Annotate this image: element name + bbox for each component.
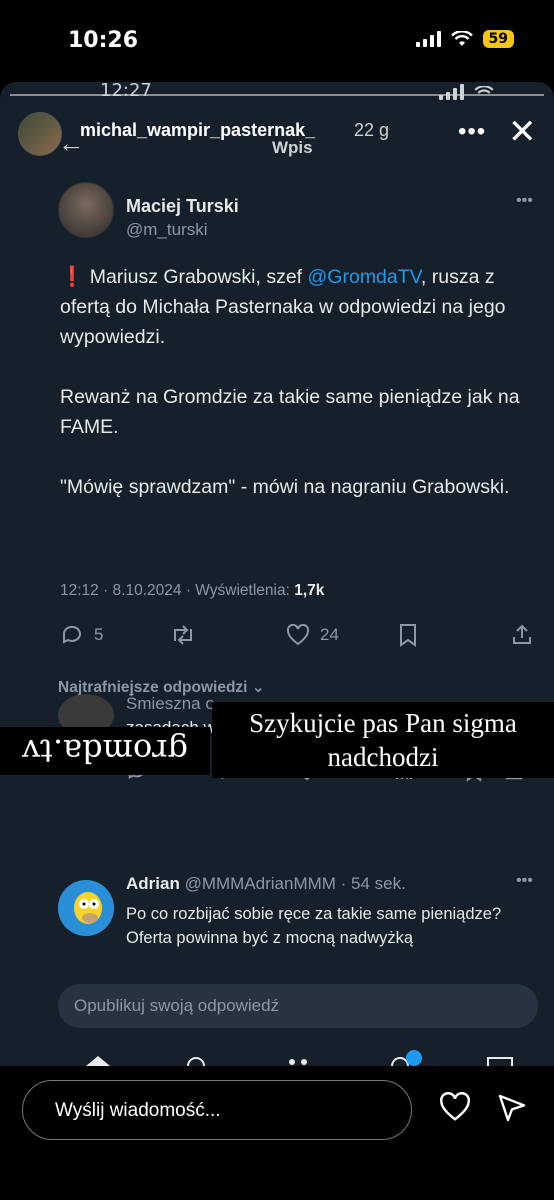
homer-avatar-icon [58, 880, 114, 936]
message-input[interactable]: Wyślij wiadomość... [22, 1080, 412, 1140]
tweet-paragraph: "Mówię sprawdzam" - mówi na nagraniu Gra… [60, 476, 510, 498]
tweet-body: ❗ Mariusz Grabowski, szef @GromdaTV, rus… [60, 262, 546, 532]
battery-indicator: 59 [482, 30, 514, 48]
tweet-author-avatar [58, 182, 114, 238]
tweet-more-icon: ••• [516, 192, 533, 209]
tweet-author-name: Maciej Turski [126, 196, 239, 216]
text-sticker: Szykujcie pas Pan sigma nadchodzi [212, 702, 554, 778]
screenshot-time: 12:27 [100, 82, 152, 101]
status-time: 10:26 [68, 28, 139, 53]
sticker-line: nadchodzi [327, 742, 439, 772]
send-icon[interactable] [496, 1092, 528, 1129]
reply-author-name: Adrian [126, 874, 180, 893]
status-icons: 59 [415, 30, 514, 48]
retweet-icon [174, 625, 192, 645]
heart-icon[interactable] [438, 1092, 472, 1127]
reply-button: 5 [60, 623, 170, 647]
text-sticker-mirrored: gromda.tv [0, 727, 210, 775]
wifi-icon [450, 31, 473, 46]
reply-text: Po co rozbijać sobie ręce za takie same … [126, 905, 502, 947]
close-icon[interactable]: ✕ [508, 112, 537, 152]
mention-link: @GromdaTV [307, 266, 421, 288]
reply-compose-field: Opublikuj swoją odpowiedź [58, 984, 538, 1028]
screenshot-signal-icon [439, 84, 464, 100]
share-button [510, 623, 534, 647]
signal-icon [415, 31, 441, 47]
reply-more-icon: ••• [516, 872, 533, 889]
reply-author: Adrian @MMMAdrianMMM · 54 sek. [126, 874, 406, 894]
tweet-meta: 12:12 · 8.10.2024 · Wyświetlenia: 1,7k [60, 582, 324, 600]
screen-title: Wpis [272, 138, 313, 157]
like-count: 24 [320, 625, 339, 644]
story-header: ← michal_wampir_pasternak_ 22 g Wpis •••… [0, 108, 554, 158]
tweet-timestamp: 12:12 · 8.10.2024 · Wyświetlenia: [60, 582, 295, 599]
tweet-text: Mariusz Grabowski, szef [89, 266, 308, 288]
screenshot-wifi-icon [474, 86, 494, 94]
share-icon [513, 624, 531, 644]
reply-count: 5 [94, 625, 104, 644]
reply-author-handle: @MMMAdrianMMM · 54 sek. [184, 874, 406, 893]
sticker-line: Szykujcie pas Pan sigma [249, 708, 517, 738]
chevron-down-icon: ⌄ [251, 679, 265, 696]
more-options-button[interactable]: ••• [458, 118, 486, 146]
retweet-button [170, 624, 286, 646]
bookmark-button [398, 623, 510, 647]
reply-text-partial: Śmieszna o [126, 694, 215, 713]
story-age: 22 g [354, 120, 390, 140]
story-frame: 12:27 ← michal_wampir_pasternak_ 22 g Wp… [0, 82, 554, 1066]
screenshot-status-bar: 12:27 [0, 82, 554, 102]
story-avatar[interactable] [18, 112, 62, 156]
status-bar: 10:26 59 [0, 0, 554, 80]
screenshot-status-icons [439, 84, 494, 100]
bottom-nav-partial [60, 1050, 520, 1066]
tweet-actions: 5 24 [60, 620, 540, 650]
bottom-nav-icons [86, 1050, 513, 1066]
exclamation-icon: ❗ [60, 266, 85, 288]
reply-avatar [58, 880, 114, 936]
tweet-views: 1,7k [294, 582, 325, 599]
tweet-paragraph: ❗ Mariusz Grabowski, szef @GromdaTV, rus… [60, 262, 546, 352]
heart-icon [286, 624, 310, 646]
comment-icon [62, 625, 81, 644]
tweet-author-handle: @m_turski [126, 220, 208, 239]
tweet-paragraph: Rewanż na Gromdzie za takie same pieniąd… [60, 386, 520, 438]
bookmark-icon [400, 624, 416, 647]
like-button: 24 [286, 624, 398, 646]
